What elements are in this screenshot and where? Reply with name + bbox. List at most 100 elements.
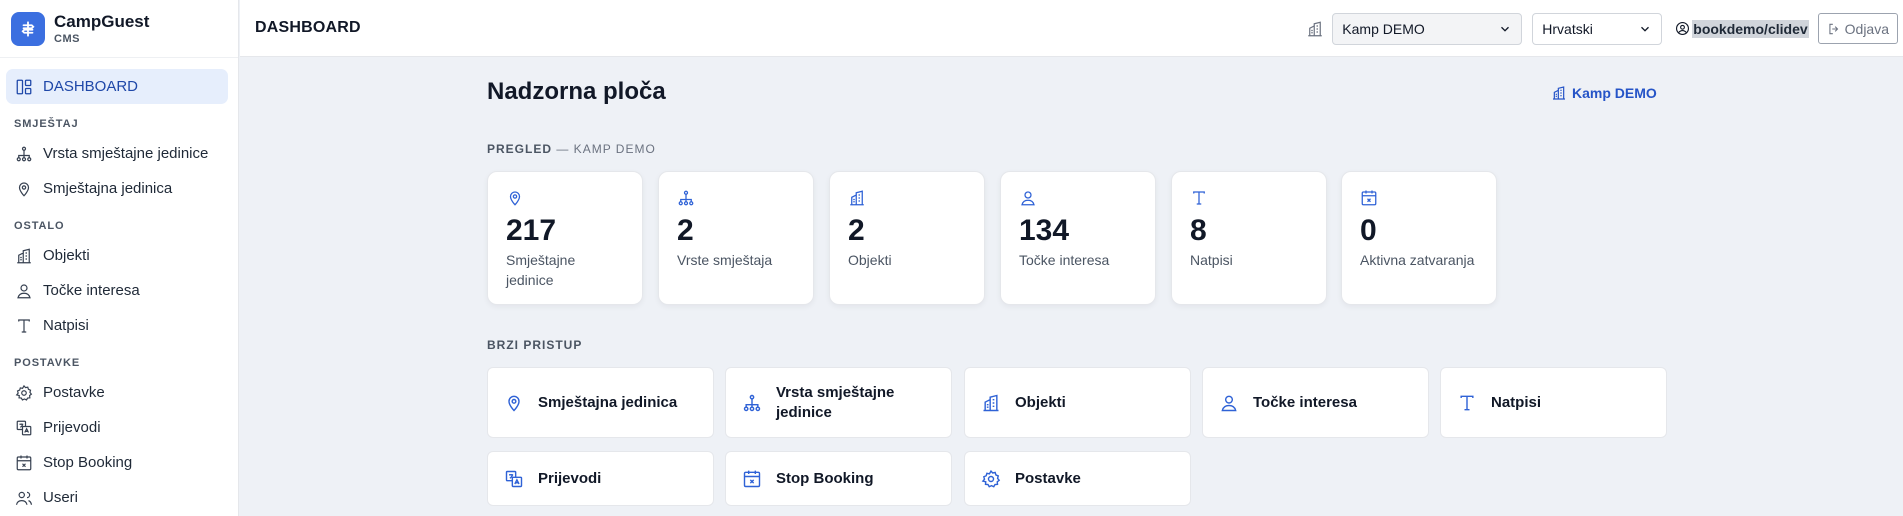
quick-link-label: Natpisi bbox=[1491, 393, 1542, 411]
building-icon bbox=[17, 247, 31, 263]
stat-label: Objekti bbox=[848, 252, 892, 268]
building-icon bbox=[850, 190, 864, 206]
sidebar-item-label: Vrsta smještajne jedinice bbox=[43, 145, 209, 162]
username: bookdemo/clidev bbox=[1692, 19, 1809, 38]
sidebar-item-natpisi[interactable]: Natpisi bbox=[6, 308, 228, 343]
stat-card-natpisi: 8 Natpisi bbox=[1171, 171, 1327, 305]
top-header: DASHBOARD Kamp DEMO Hrvatski bookdemo/cl… bbox=[240, 0, 1903, 57]
sidebar-item-vrsta-smjestajne-jedinice[interactable]: Vrsta smještajne jedinice bbox=[6, 136, 228, 171]
camp-select[interactable]: Kamp DEMO bbox=[1332, 12, 1523, 45]
quick-link-label: Postavke bbox=[1015, 469, 1081, 487]
sidebar-item-label: Točke interesa bbox=[43, 282, 140, 299]
stat-card-aktivna-zatvaranja: 0 Aktivna zatvaranja bbox=[1341, 171, 1497, 305]
camp-link-label: Kamp DEMO bbox=[1572, 85, 1657, 101]
translate-icon bbox=[505, 470, 523, 487]
building-icon bbox=[1308, 20, 1323, 36]
overview-label: PREGLED bbox=[487, 142, 553, 156]
building-icon bbox=[983, 394, 999, 411]
sidebar-item-label: Natpisi bbox=[43, 317, 89, 334]
translate-icon bbox=[16, 420, 32, 435]
sidebar-item-label: Prijevodi bbox=[43, 419, 101, 436]
header-title: DASHBOARD bbox=[255, 19, 361, 36]
stat-value: 2 bbox=[848, 214, 865, 247]
text-icon bbox=[1193, 191, 1205, 205]
quick-link-stop-booking[interactable]: Stop Booking bbox=[725, 451, 952, 506]
page-title: Nadzorna ploča bbox=[487, 78, 666, 105]
calendar-x-icon bbox=[743, 470, 761, 487]
brand-name: CampGuest bbox=[54, 11, 150, 31]
quick-link-prijevodi[interactable]: Prijevodi bbox=[487, 451, 714, 506]
stat-label: Točke interesa bbox=[1019, 252, 1110, 268]
text-icon bbox=[18, 318, 30, 333]
sidebar-item-tocke-interesa[interactable]: Točke interesa bbox=[6, 273, 228, 308]
logout-label: Odjava bbox=[1844, 20, 1889, 37]
stat-card-smjestajne-jedinice: 217 Smještajne jedinice bbox=[487, 171, 643, 305]
section-title-smjestaj: SMJEŠTAJ bbox=[14, 118, 79, 130]
brand-subtitle: CMS bbox=[54, 32, 80, 45]
user-circle-icon bbox=[1676, 22, 1690, 35]
dashboard-icon bbox=[16, 79, 32, 94]
sidebar-item-dashboard[interactable]: DASHBOARD bbox=[6, 69, 228, 104]
hierarchy-icon bbox=[743, 394, 761, 411]
quick-link-postavke[interactable]: Postavke bbox=[964, 451, 1191, 506]
person-pin-icon bbox=[1221, 395, 1237, 411]
stat-value: 0 bbox=[1360, 214, 1377, 247]
calendar-x-icon bbox=[16, 455, 32, 470]
chevron-down-icon bbox=[1501, 26, 1510, 32]
chevron-down-icon bbox=[1641, 26, 1650, 32]
overview-section-label: PREGLED — KAMP DEMO bbox=[487, 142, 656, 156]
map-pin-icon bbox=[509, 191, 521, 206]
language-select-value: Hrvatski bbox=[1542, 20, 1593, 37]
sidebar-item-label: DASHBOARD bbox=[43, 78, 139, 95]
quick-link-objekti[interactable]: Objekti bbox=[964, 367, 1191, 438]
quick-link-tocke-interesa[interactable]: Točke interesa bbox=[1202, 367, 1429, 438]
quick-link-smjestajna-jedinica[interactable]: Smještajna jedinica bbox=[487, 367, 714, 438]
stat-label: Natpisi bbox=[1190, 252, 1233, 268]
gear-icon bbox=[15, 384, 33, 401]
text-icon bbox=[1460, 395, 1474, 410]
hierarchy-icon bbox=[678, 190, 694, 206]
camp-link[interactable]: Kamp DEMO bbox=[1551, 85, 1657, 101]
section-title-postavke: POSTAVKE bbox=[14, 357, 81, 369]
stat-value: 2 bbox=[677, 214, 694, 247]
quick-link-label: Prijevodi bbox=[538, 469, 602, 487]
hierarchy-icon bbox=[16, 146, 32, 161]
language-select[interactable]: Hrvatski bbox=[1532, 12, 1663, 45]
overview-sublabel: — KAMP DEMO bbox=[552, 142, 656, 156]
brand[interactable]: CampGuest CMS bbox=[0, 0, 238, 58]
quick-link-label: Smještajna jedinica bbox=[538, 393, 678, 411]
sidebar-item-objekti[interactable]: Objekti bbox=[6, 238, 228, 273]
building-icon bbox=[1553, 86, 1565, 100]
logout-button[interactable]: Odjava bbox=[1817, 13, 1898, 44]
sidebar-item-label: Objekti bbox=[43, 247, 90, 264]
sidebar-nav: DASHBOARD SMJEŠTAJ Vrsta smještajne jedi… bbox=[0, 58, 238, 515]
quick-link-vrsta-smjestajne-jedinice[interactable]: Vrsta smještajne jedinice bbox=[725, 367, 952, 438]
sidebar-item-prijevodi[interactable]: Prijevodi bbox=[6, 410, 228, 445]
stat-label: Vrste smještaja bbox=[677, 252, 773, 268]
sidebar-item-label: Postavke bbox=[43, 384, 105, 401]
stat-value: 134 bbox=[1019, 214, 1070, 247]
person-pin-icon bbox=[17, 283, 31, 298]
person-pin-icon bbox=[1021, 191, 1035, 206]
quick-link-label: Vrsta smještajne jedinice bbox=[776, 383, 895, 421]
camp-select-value: Kamp DEMO bbox=[1342, 20, 1425, 37]
user-info: bookdemo/clidev bbox=[1675, 19, 1809, 38]
stat-card-objekti: 2 Objekti bbox=[829, 171, 985, 305]
quick-link-label: Objekti bbox=[1015, 393, 1066, 411]
stat-value: 217 bbox=[506, 214, 557, 247]
sidebar-item-postavke[interactable]: Postavke bbox=[6, 375, 228, 410]
sidebar-item-label: Stop Booking bbox=[43, 454, 133, 471]
section-title-ostalo: OSTALO bbox=[14, 220, 65, 232]
stat-card-tocke-interesa: 134 Točke interesa bbox=[1000, 171, 1156, 305]
header-controls: Kamp DEMO Hrvatski bookdemo/clidev Odjav… bbox=[1306, 0, 1898, 57]
signpost-icon bbox=[11, 11, 45, 46]
sidebar-item-smjestajna-jedinica[interactable]: Smještajna jedinica bbox=[6, 171, 228, 206]
sidebar-item-stop-booking[interactable]: Stop Booking bbox=[6, 445, 228, 480]
logout-icon bbox=[1829, 23, 1838, 34]
stat-label: Smještajne jedinice bbox=[506, 252, 576, 288]
sidebar-item-label: Smještajna jedinica bbox=[43, 180, 173, 197]
stat-value: 8 bbox=[1190, 214, 1207, 247]
sidebar-item-useri[interactable]: Useri bbox=[6, 480, 228, 515]
quick-link-natpisi[interactable]: Natpisi bbox=[1440, 367, 1667, 438]
quick-access-label: BRZI PRISTUP bbox=[487, 338, 583, 352]
